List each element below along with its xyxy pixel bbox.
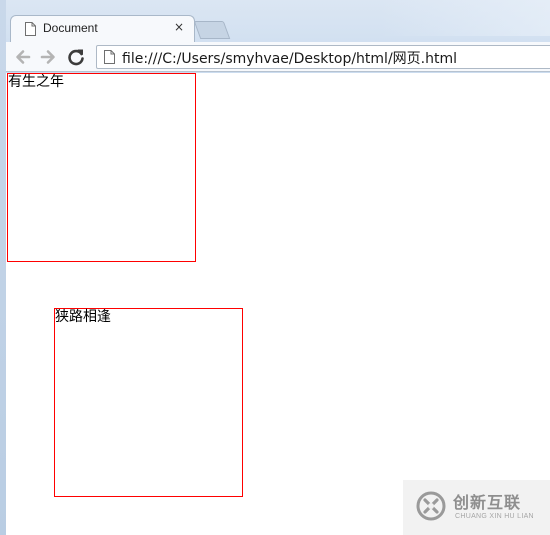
content-box-2: 狭路相逢: [54, 308, 243, 497]
tab-title: Document: [43, 21, 98, 35]
back-arrow-icon[interactable]: [11, 45, 35, 69]
new-tab-button[interactable]: [193, 21, 231, 39]
content-box-1: 有生之年: [7, 73, 196, 262]
page-icon: [104, 50, 115, 64]
window-frame-glow: [380, 0, 550, 36]
watermark: 创新互联 CHUANG XIN HU LIAN: [403, 480, 550, 535]
watermark-subtitle: CHUANG XIN HU LIAN: [455, 513, 534, 520]
page-viewport: 有生之年 狭路相逢: [6, 73, 550, 535]
document-page-icon: [25, 22, 36, 36]
reload-icon[interactable]: [64, 45, 88, 69]
tab-close-icon[interactable]: ×: [172, 19, 186, 35]
address-bar[interactable]: file:///C:/Users/smyhvae/Desktop/html/网页…: [96, 45, 550, 69]
browser-toolbar: file:///C:/Users/smyhvae/Desktop/html/网页…: [6, 42, 550, 72]
watermark-name: 创新互联: [453, 493, 522, 512]
box-2-text: 狭路相逢: [55, 309, 111, 325]
brand-logo-icon: [416, 491, 446, 521]
address-url[interactable]: file:///C:/Users/smyhvae/Desktop/html/网页…: [122, 48, 457, 68]
box-1-text: 有生之年: [8, 74, 64, 90]
browser-tab[interactable]: Document ×: [10, 15, 195, 42]
forward-arrow-icon[interactable]: [36, 45, 60, 69]
